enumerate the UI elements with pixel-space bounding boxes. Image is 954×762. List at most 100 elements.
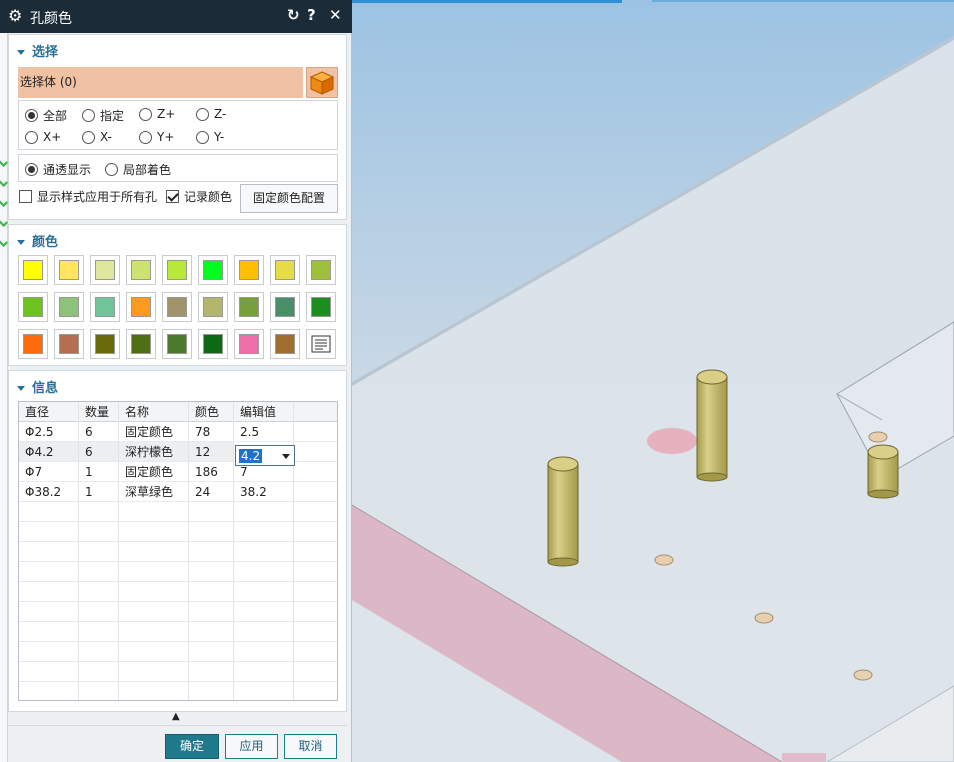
swatch-color bbox=[311, 260, 331, 280]
column-header-quantity[interactable]: 数量 bbox=[79, 402, 119, 422]
color-section-header[interactable]: 颜色 bbox=[17, 231, 58, 250]
color-swatch[interactable] bbox=[234, 329, 264, 359]
cell-name: 固定颜色 bbox=[119, 422, 189, 442]
chevron-down-icon[interactable] bbox=[282, 454, 290, 459]
cell-diameter bbox=[19, 602, 79, 622]
more-colors-list-icon[interactable] bbox=[306, 329, 336, 359]
cancel-button[interactable]: 取消 bbox=[284, 734, 337, 759]
swatch-color bbox=[203, 334, 223, 354]
radio-transparent-display[interactable]: 通透显示 bbox=[25, 161, 91, 178]
apply-style-all-holes-checkbox[interactable]: 显示样式应用于所有孔 bbox=[19, 188, 157, 205]
help-icon[interactable]: ? bbox=[307, 6, 316, 24]
column-header-name[interactable]: 名称 bbox=[119, 402, 189, 422]
swatch-color bbox=[59, 334, 79, 354]
color-swatch[interactable] bbox=[18, 329, 48, 359]
cell-color bbox=[189, 602, 234, 622]
radio-x-minus[interactable]: X- bbox=[82, 130, 112, 144]
edit-value-selected[interactable]: 4.2 bbox=[239, 449, 263, 463]
fixed-color-config-button[interactable]: 固定颜色配置 bbox=[240, 184, 338, 213]
column-header-edit-value[interactable]: 编辑值 bbox=[234, 402, 294, 422]
radio-all[interactable]: 全部 bbox=[25, 107, 67, 124]
graphics-viewport[interactable] bbox=[352, 0, 954, 762]
color-swatch[interactable] bbox=[90, 255, 120, 285]
cell-quantity bbox=[79, 622, 119, 642]
pin-right[interactable] bbox=[867, 444, 899, 499]
apply-button[interactable]: 应用 bbox=[225, 734, 278, 759]
hole-small[interactable] bbox=[754, 612, 774, 624]
close-icon[interactable]: ✕ bbox=[329, 6, 342, 24]
color-swatch[interactable] bbox=[234, 292, 264, 322]
check-icon bbox=[0, 177, 8, 187]
color-swatch[interactable] bbox=[270, 255, 300, 285]
radio-z-plus[interactable]: Z+ bbox=[139, 107, 175, 121]
cell-empty bbox=[294, 502, 337, 522]
select-section-header[interactable]: 选择 bbox=[17, 41, 58, 60]
color-swatch[interactable] bbox=[162, 292, 192, 322]
hole-marker-pink[interactable] bbox=[647, 428, 697, 454]
color-swatch[interactable] bbox=[54, 255, 84, 285]
hole-small[interactable] bbox=[853, 669, 873, 681]
cell-name bbox=[119, 582, 189, 602]
direction-group: 全部 指定 Z+ Z- X+ X- Y+ Y- bbox=[18, 100, 338, 150]
dialog-footer: ▲ 确定 应用 取消 bbox=[8, 711, 347, 762]
color-swatch[interactable] bbox=[54, 329, 84, 359]
reset-icon[interactable]: ↻ bbox=[287, 6, 300, 24]
color-swatch[interactable] bbox=[198, 292, 228, 322]
radio-partial-shading[interactable]: 局部着色 bbox=[105, 161, 171, 178]
record-color-checkbox[interactable]: 记录颜色 bbox=[166, 188, 232, 205]
swatch-color bbox=[239, 260, 259, 280]
radio-x-plus[interactable]: X+ bbox=[25, 130, 61, 144]
cell-name bbox=[119, 602, 189, 622]
color-swatch[interactable] bbox=[270, 292, 300, 322]
left-gutter bbox=[0, 0, 8, 762]
collapse-caret-icon bbox=[17, 240, 25, 245]
color-swatch[interactable] bbox=[162, 255, 192, 285]
pin-middle[interactable] bbox=[696, 369, 728, 482]
hole-small[interactable] bbox=[654, 554, 674, 566]
cell-edit-value bbox=[234, 622, 294, 642]
column-header-diameter[interactable]: 直径 bbox=[19, 402, 79, 422]
color-swatch[interactable] bbox=[54, 292, 84, 322]
ok-button[interactable]: 确定 bbox=[165, 734, 219, 759]
radio-y-plus[interactable]: Y+ bbox=[139, 130, 174, 144]
radio-y-minus[interactable]: Y- bbox=[196, 130, 224, 144]
color-swatch[interactable] bbox=[18, 292, 48, 322]
color-swatch[interactable] bbox=[90, 329, 120, 359]
swatch-color bbox=[23, 297, 43, 317]
color-swatch[interactable] bbox=[162, 329, 192, 359]
color-swatch[interactable] bbox=[90, 292, 120, 322]
select-body-field[interactable]: 选择体 (0) bbox=[18, 67, 303, 98]
model-view[interactable] bbox=[352, 0, 954, 762]
color-swatch[interactable] bbox=[234, 255, 264, 285]
column-header-color[interactable]: 颜色 bbox=[189, 402, 234, 422]
color-swatch[interactable] bbox=[198, 255, 228, 285]
color-swatch[interactable] bbox=[126, 255, 156, 285]
edit-value-dropdown[interactable]: 4.2 bbox=[235, 445, 295, 466]
color-swatch[interactable] bbox=[126, 292, 156, 322]
color-swatch[interactable] bbox=[198, 329, 228, 359]
gear-icon[interactable]: ⚙ bbox=[8, 6, 22, 25]
info-section-header[interactable]: 信息 bbox=[17, 377, 58, 396]
cell-empty bbox=[294, 582, 337, 602]
color-swatch[interactable] bbox=[270, 329, 300, 359]
info-section: 信息 直径 数量 名称 颜色 编辑值 Φ2.5 6 固定颜色 78 2.5 Φ4.2 6 深柠… bbox=[8, 370, 347, 712]
select-body-cube-icon[interactable] bbox=[306, 67, 338, 98]
color-swatch[interactable] bbox=[18, 255, 48, 285]
color-swatch[interactable] bbox=[306, 255, 336, 285]
radio-z-minus[interactable]: Z- bbox=[196, 107, 226, 121]
cell-color bbox=[189, 562, 234, 582]
hole-small[interactable] bbox=[868, 431, 888, 443]
collapse-up-icon[interactable]: ▲ bbox=[172, 711, 180, 722]
cell-quantity bbox=[79, 662, 119, 682]
swatch-color bbox=[23, 260, 43, 280]
cell-empty bbox=[294, 662, 337, 682]
pin-left[interactable] bbox=[547, 456, 579, 567]
check-icon bbox=[0, 157, 8, 167]
cell-diameter: Φ2.5 bbox=[19, 422, 79, 442]
color-swatch[interactable] bbox=[306, 292, 336, 322]
radio-specify[interactable]: 指定 bbox=[82, 107, 124, 124]
cell-color: 78 bbox=[189, 422, 234, 442]
color-swatch[interactable] bbox=[126, 329, 156, 359]
cell-empty bbox=[294, 542, 337, 562]
dialog-titlebar[interactable]: ⚙ 孔颜色 ↻ ? ✕ bbox=[0, 0, 352, 33]
